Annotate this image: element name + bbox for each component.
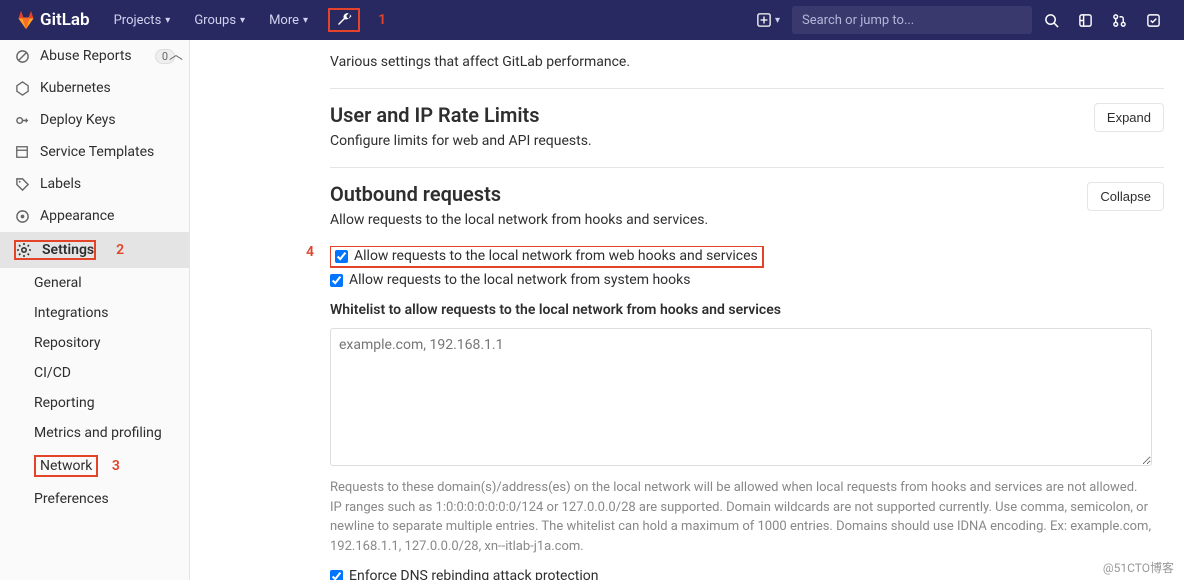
nav-groups[interactable]: Groups▾ xyxy=(184,0,255,40)
sidebar-service-templates[interactable]: Service Templates xyxy=(0,136,189,168)
whitelist-label: Whitelist to allow requests to the local… xyxy=(330,302,1164,318)
issues-icon[interactable] xyxy=(1070,0,1100,40)
sidebar-settings[interactable]: Settings 2 xyxy=(0,232,189,268)
sidebar-deploy-keys[interactable]: Deploy Keys xyxy=(0,104,189,136)
todos-icon[interactable] xyxy=(1138,0,1168,40)
annotation-3: 3 xyxy=(112,458,120,474)
gear-icon xyxy=(16,242,32,258)
allow-system-hooks-checkbox[interactable] xyxy=(330,274,343,287)
search-input[interactable]: Search or jump to... xyxy=(792,6,1032,34)
appearance-icon xyxy=(14,208,30,224)
sidebar-sub-general[interactable]: General xyxy=(0,268,189,298)
sidebar: ︿ Abuse Reports 0 Kubernetes Deploy Keys… xyxy=(0,40,190,580)
expand-button[interactable]: Expand xyxy=(1094,103,1164,132)
chevron-down-icon: ▾ xyxy=(240,15,245,26)
collapse-button[interactable]: Collapse xyxy=(1087,182,1164,211)
section-outbound: Outbound requests Allow requests to the … xyxy=(330,168,1164,580)
admin-area-link[interactable] xyxy=(328,8,360,32)
search-icon[interactable] xyxy=(1036,0,1066,40)
topbar-right: ▾ Search or jump to... xyxy=(749,0,1168,40)
sidebar-sub-repository[interactable]: Repository xyxy=(0,328,189,358)
nav-projects[interactable]: Projects▾ xyxy=(104,0,181,40)
section-performance: Various settings that affect GitLab perf… xyxy=(330,40,1164,70)
plus-square-icon xyxy=(757,13,771,27)
section-rate-limits: User and IP Rate Limits Configure limits… xyxy=(330,89,1164,167)
key-icon xyxy=(14,112,30,128)
wrench-icon xyxy=(336,12,352,28)
rate-limit-title: User and IP Rate Limits xyxy=(330,103,1094,127)
chevron-down-icon: ▾ xyxy=(303,15,308,26)
sidebar-sub-metrics[interactable]: Metrics and profiling xyxy=(0,418,189,448)
sidebar-sub-reporting[interactable]: Reporting xyxy=(0,388,189,418)
chevron-up-icon[interactable]: ︿ xyxy=(169,44,183,64)
topbar: GitLab Projects▾ Groups▾ More▾ 1 ▾ Searc… xyxy=(0,0,1184,40)
annotation-1: 1 xyxy=(378,12,386,28)
chevron-down-icon: ▾ xyxy=(775,15,780,26)
sidebar-sub-integrations[interactable]: Integrations xyxy=(0,298,189,328)
annotation-2: 2 xyxy=(116,242,124,258)
allow-webhooks-checkbox[interactable] xyxy=(335,250,348,263)
template-icon xyxy=(14,144,30,160)
outbound-title: Outbound requests xyxy=(330,182,1087,206)
sidebar-labels[interactable]: Labels xyxy=(0,168,189,200)
enforce-dns-checkbox[interactable] xyxy=(330,570,343,580)
chevron-down-icon: ▾ xyxy=(165,15,170,26)
sidebar-kubernetes[interactable]: Kubernetes xyxy=(0,72,189,104)
whitelist-help: Requests to these domain(s)/address(es) … xyxy=(330,478,1152,556)
sidebar-abuse-reports[interactable]: Abuse Reports 0 xyxy=(0,40,189,72)
sidebar-appearance[interactable]: Appearance xyxy=(0,200,189,232)
tag-icon xyxy=(14,176,30,192)
nav-more[interactable]: More▾ xyxy=(259,0,318,40)
merge-requests-icon[interactable] xyxy=(1104,0,1134,40)
sidebar-sub-preferences[interactable]: Preferences xyxy=(0,484,189,514)
sidebar-sub-cicd[interactable]: CI/CD xyxy=(0,358,189,388)
brand-text: GitLab xyxy=(40,10,90,30)
gitlab-icon xyxy=(16,10,36,30)
abuse-icon xyxy=(14,48,30,64)
annotation-4: 4 xyxy=(306,244,314,260)
main-content: 4 Various settings that affect GitLab pe… xyxy=(190,40,1184,580)
watermark: @51CTO博客 xyxy=(1103,559,1174,576)
new-menu[interactable]: ▾ xyxy=(749,7,788,33)
kubernetes-icon xyxy=(14,80,30,96)
logo[interactable]: GitLab xyxy=(16,10,90,30)
sidebar-sub-network[interactable]: Network 3 xyxy=(0,448,189,484)
whitelist-textarea[interactable] xyxy=(330,328,1152,466)
top-nav: Projects▾ Groups▾ More▾ 1 xyxy=(104,0,386,40)
